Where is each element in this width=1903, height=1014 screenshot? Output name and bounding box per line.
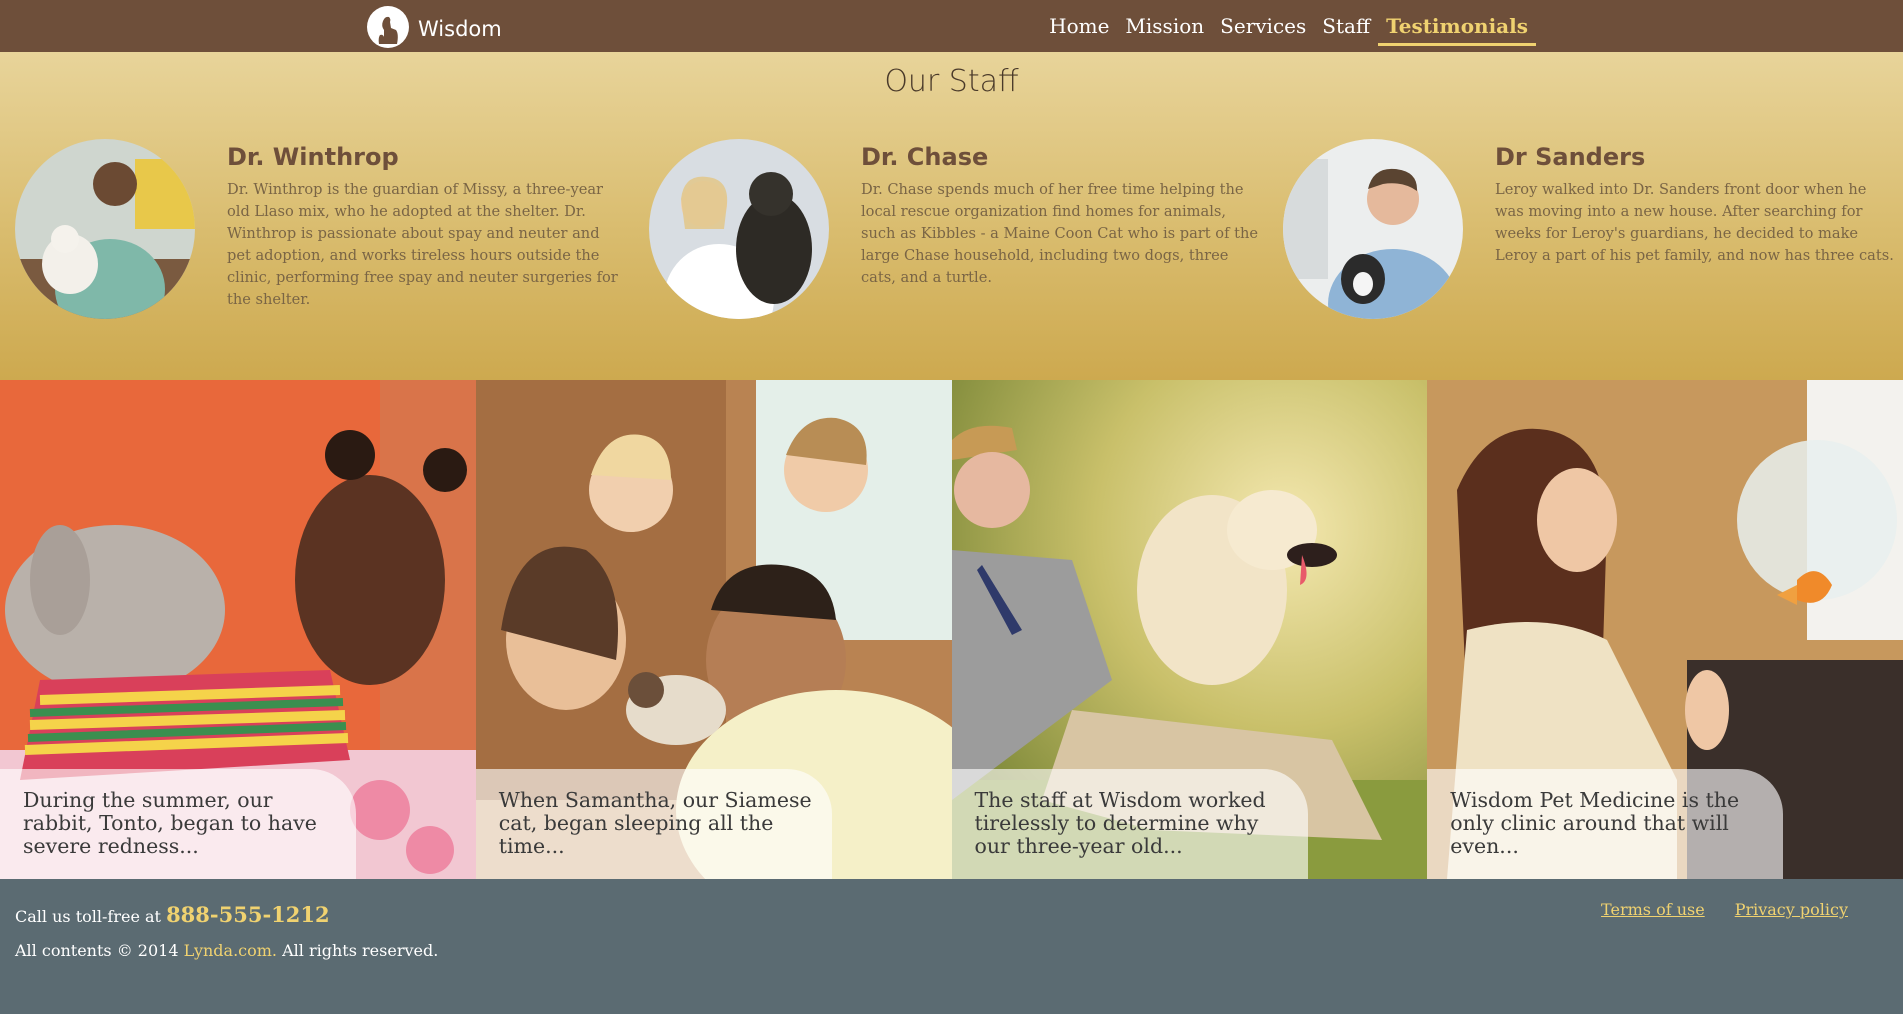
doctor-photo-chase (649, 139, 829, 319)
main-menu: Home Mission Services Staff Testimonials (1041, 12, 1536, 46)
testimonial-tile[interactable]: The staff at Wisdom worked tirelessly to… (951, 380, 1428, 879)
nav-testimonials[interactable]: Testimonials (1378, 12, 1536, 46)
staff-section: Our Staff Dr. Winthrop Dr. Winthrop is t… (0, 52, 1903, 380)
doctor-card-chase: Dr. Chase Dr. Chase spends much of her f… (649, 139, 1269, 329)
lynda-link[interactable]: Lynda.com. (184, 941, 277, 960)
nav-home[interactable]: Home (1041, 12, 1117, 46)
testimonial-excerpt[interactable]: During the summer, our rabbit, Tonto, be… (0, 769, 356, 879)
top-navigation: Wisdom Home Mission Services Staff Testi… (0, 0, 1903, 52)
doctor-bio: Leroy walked into Dr. Sanders front door… (1495, 181, 1894, 264)
copyright-prefix: All contents © 2014 (15, 941, 179, 960)
privacy-policy-link[interactable]: Privacy policy (1735, 900, 1848, 919)
doctor-card-winthrop: Dr. Winthrop Dr. Winthrop is the guardia… (15, 139, 635, 329)
doctor-photo-winthrop (15, 139, 195, 319)
testimonial-tile[interactable]: When Samantha, our Siamese cat, began sl… (475, 380, 952, 879)
doctor-card-sanders: Dr Sanders Leroy walked into Dr. Sanders… (1283, 139, 1903, 329)
testimonial-excerpt[interactable]: The staff at Wisdom worked tirelessly to… (951, 769, 1308, 879)
call-prefix: Call us toll-free at (15, 907, 161, 926)
doctor-bio: Dr. Winthrop is the guardian of Missy, a… (227, 181, 618, 308)
site-footer: Call us toll-free at 888-555-1212 All co… (0, 879, 1903, 1014)
doctor-bio: Dr. Chase spends much of her free time h… (861, 181, 1259, 286)
doctor-name: Dr. Chase (861, 143, 989, 171)
testimonial-tile[interactable]: During the summer, our rabbit, Tonto, be… (0, 380, 476, 879)
call-line: Call us toll-free at 888-555-1212 (15, 902, 330, 927)
testimonial-excerpt[interactable]: When Samantha, our Siamese cat, began sl… (475, 769, 832, 879)
pet-silhouette-icon (367, 6, 409, 48)
staff-section-title: Our Staff (884, 64, 1019, 99)
doctor-name: Dr Sanders (1495, 143, 1646, 171)
phone-number[interactable]: 888-555-1212 (166, 902, 330, 927)
testimonial-excerpt[interactable]: Wisdom Pet Medicine is the only clinic a… (1427, 769, 1784, 879)
doctor-photo-sanders (1283, 139, 1463, 319)
nav-services[interactable]: Services (1212, 12, 1314, 46)
doctor-name: Dr. Winthrop (227, 143, 399, 171)
testimonial-tile[interactable]: Wisdom Pet Medicine is the only clinic a… (1427, 380, 1903, 879)
nav-mission[interactable]: Mission (1117, 12, 1212, 46)
brand-name: Wisdom (418, 17, 502, 41)
testimonials-gallery: During the summer, our rabbit, Tonto, be… (0, 380, 1903, 879)
copyright-suffix: All rights reserved. (282, 941, 439, 960)
terms-of-use-link[interactable]: Terms of use (1601, 900, 1705, 919)
copyright-line: All contents © 2014 Lynda.com. All right… (15, 941, 438, 960)
nav-staff[interactable]: Staff (1314, 12, 1378, 46)
footer-links: Terms of use Privacy policy (1601, 900, 1848, 919)
brand-logo[interactable]: Wisdom (367, 6, 502, 48)
